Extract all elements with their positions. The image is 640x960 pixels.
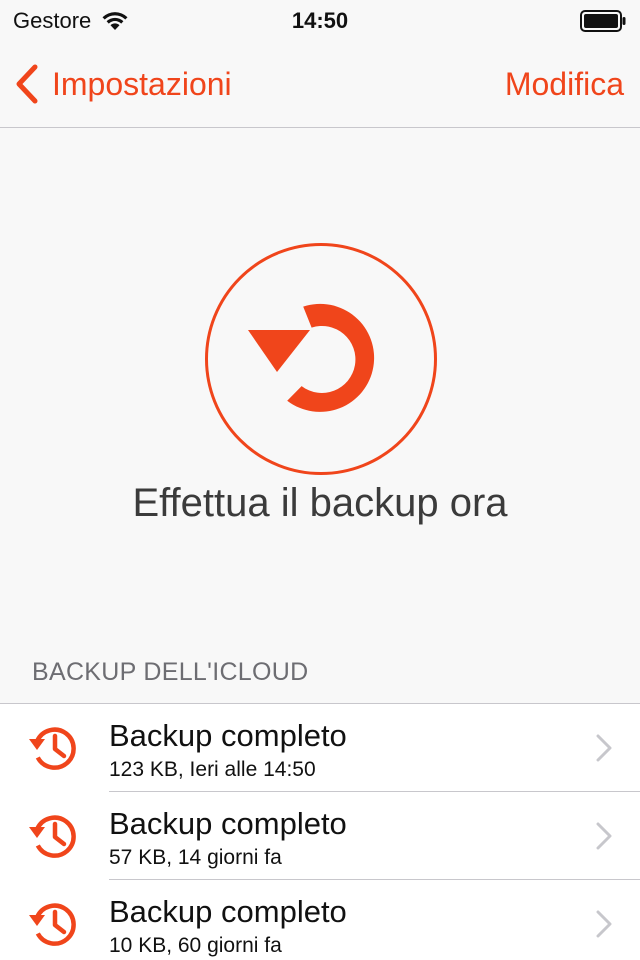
chevron-right-icon	[596, 910, 612, 938]
backup-row[interactable]: Backup completo 57 KB, 14 giorni fa	[0, 792, 640, 880]
battery-icon	[580, 10, 626, 32]
chevron-right-icon	[596, 822, 612, 850]
chevron-right-icon	[596, 734, 612, 762]
backup-row-subtitle: 10 KB, 60 giorni fa	[109, 934, 282, 957]
status-time: 14:50	[291, 8, 349, 33]
backup-now-label[interactable]: Effettua il backup ora	[0, 481, 640, 526]
chevron-left-icon	[16, 64, 38, 104]
back-button-label: Impostazioni	[52, 65, 232, 102]
edit-button-label: Modifica	[504, 65, 624, 102]
backup-now-section: Effettua il backup ora	[0, 129, 640, 649]
backup-row-title: Backup completo	[109, 806, 347, 841]
backup-row-title: Backup completo	[109, 718, 347, 753]
backup-now-button[interactable]	[204, 242, 438, 476]
backup-row-subtitle: 57 KB, 14 giorni fa	[109, 846, 282, 869]
history-icon	[29, 815, 76, 858]
backup-row-subtitle: 123 KB, Ieri alle 14:50	[109, 758, 316, 781]
history-icon	[29, 727, 76, 770]
backup-row[interactable]: Backup completo 123 KB, Ieri alle 14:50	[0, 704, 640, 792]
back-button[interactable]: Impostazioni	[14, 62, 232, 106]
backup-row-title: Backup completo	[109, 894, 347, 929]
section-header: BACKUP DELL'ICLOUD	[32, 658, 309, 686]
history-icon	[29, 903, 76, 946]
edit-button[interactable]: Modifica	[505, 62, 624, 106]
backup-list: Backup completo 123 KB, Ieri alle 14:50 …	[0, 703, 640, 960]
status-bar: Gestore 14:50	[0, 0, 640, 40]
backup-row[interactable]: Backup completo 10 KB, 60 giorni fa	[0, 880, 640, 960]
navigation-bar: Impostazioni Modifica	[0, 40, 640, 128]
backup-refresh-icon	[248, 303, 375, 412]
